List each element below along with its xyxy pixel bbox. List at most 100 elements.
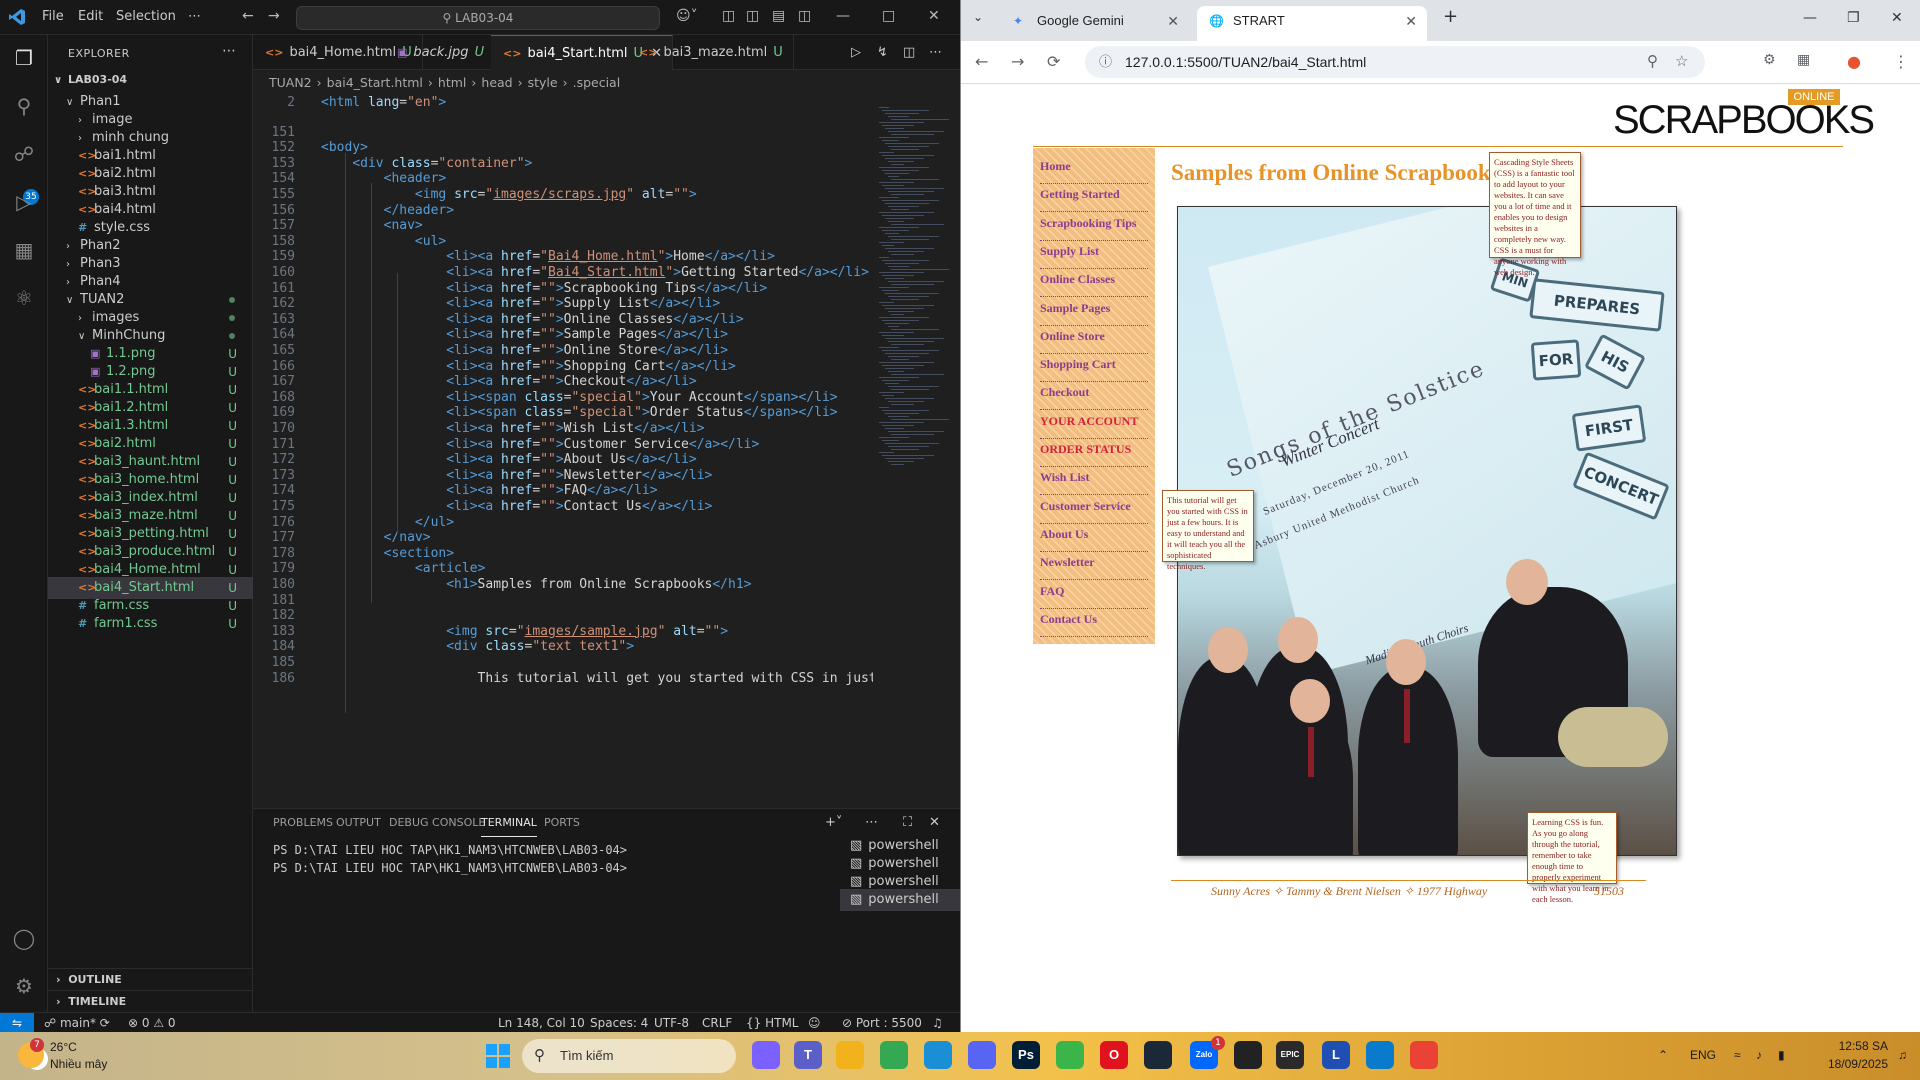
- copilot-status-icon[interactable]: ☺: [808, 1013, 821, 1033]
- close-icon[interactable]: ✕: [928, 8, 940, 24]
- minimize-icon[interactable]: —: [836, 8, 850, 24]
- nav-link[interactable]: About Us: [1040, 524, 1148, 552]
- input-language[interactable]: ENG: [1690, 1048, 1716, 1062]
- new-tab-icon[interactable]: +: [1443, 6, 1458, 27]
- panel-tab[interactable]: PROBLEMS: [273, 809, 333, 837]
- zoom-icon[interactable]: ⚲: [1647, 46, 1658, 78]
- browser-close-icon[interactable]: ✕: [1891, 10, 1903, 26]
- timeline-section[interactable]: › TIMELINE: [48, 990, 253, 1012]
- chrome-2-icon[interactable]: [1410, 1041, 1438, 1069]
- live-server-port[interactable]: ⊘ Port : 5500: [842, 1013, 922, 1033]
- bookmark-star-icon[interactable]: ☆: [1675, 46, 1688, 78]
- forward-icon[interactable]: →: [1011, 52, 1024, 71]
- editor-tab[interactable]: <> bai3_maze.html U: [627, 35, 794, 70]
- explorer-icon[interactable]: ❐: [11, 45, 37, 71]
- toggle-panel-icon[interactable]: ▤: [772, 8, 785, 24]
- nav-link[interactable]: Contact Us: [1040, 609, 1148, 637]
- nav-link[interactable]: Online Classes: [1040, 269, 1148, 298]
- split-editor-icon[interactable]: ◫: [903, 45, 915, 60]
- search-icon[interactable]: ⚲: [11, 93, 37, 119]
- app-l-icon[interactable]: L: [1322, 1041, 1350, 1069]
- tab-close-icon[interactable]: ✕: [1167, 6, 1179, 36]
- wifi-icon[interactable]: ≈: [1734, 1048, 1741, 1062]
- breadcrumb-item[interactable]: bai4_Start.html: [327, 75, 423, 90]
- nav-link[interactable]: Getting Started: [1040, 184, 1148, 213]
- notification-bell-icon[interactable]: ♫: [1898, 1048, 1907, 1062]
- problems-status[interactable]: ⊗ 0 ⚠ 0: [128, 1013, 176, 1033]
- panel-more-icon[interactable]: ⋯: [865, 815, 878, 830]
- clock-date[interactable]: 18/09/2025: [1818, 1057, 1888, 1071]
- account-icon[interactable]: ◯: [11, 925, 37, 951]
- extensions-icon[interactable]: ▦: [11, 237, 37, 263]
- clock-time[interactable]: 12:58 SA: [1828, 1039, 1888, 1053]
- maximize-panel-icon[interactable]: ⛶: [903, 815, 912, 830]
- nav-link[interactable]: Scrapbooking Tips: [1040, 213, 1148, 241]
- breadcrumb-item[interactable]: head: [481, 75, 512, 90]
- explorer-more-icon[interactable]: ⋯: [222, 43, 236, 59]
- panel-tab[interactable]: PORTS: [544, 809, 580, 837]
- breadcrumb-item[interactable]: style: [528, 75, 558, 90]
- extension-icon[interactable]: ⚙: [1763, 52, 1776, 68]
- nav-link[interactable]: Shopping Cart: [1040, 354, 1148, 383]
- run-icon[interactable]: ▷: [851, 45, 861, 60]
- terminal-instance[interactable]: ▧ powershell: [840, 889, 960, 911]
- forward-arrow-icon[interactable]: →: [268, 8, 280, 24]
- indentation[interactable]: Spaces: 4: [590, 1013, 648, 1033]
- branch-icon[interactable]: ☍ main* ⟳: [44, 1013, 110, 1033]
- live-share-icon[interactable]: ↯: [877, 45, 888, 60]
- back-arrow-icon[interactable]: ←: [242, 8, 254, 24]
- teams-icon[interactable]: T: [794, 1041, 822, 1069]
- breadcrumb-item[interactable]: TUAN2: [269, 75, 312, 90]
- opera-icon[interactable]: O: [1100, 1041, 1128, 1069]
- browser-menu-icon[interactable]: ⋮: [1893, 52, 1909, 71]
- extensions-puzzle-icon[interactable]: ▦: [1797, 52, 1810, 68]
- workspace-root[interactable]: ∨ LAB03-04: [48, 69, 253, 91]
- encoding[interactable]: UTF-8: [654, 1013, 689, 1033]
- close-panel-icon[interactable]: ✕: [929, 815, 940, 830]
- steam-icon[interactable]: [1144, 1041, 1172, 1069]
- site-info-icon[interactable]: ⓘ: [1099, 46, 1112, 78]
- line-ending[interactable]: CRLF: [702, 1013, 732, 1033]
- nav-link[interactable]: Home: [1040, 156, 1148, 184]
- toggle-sidebar-icon[interactable]: ◫: [746, 8, 759, 24]
- edge-icon[interactable]: [924, 1041, 952, 1069]
- copilot-icon[interactable]: [752, 1041, 780, 1069]
- app-green-icon[interactable]: [1056, 1041, 1084, 1069]
- language-mode[interactable]: {} HTML: [746, 1013, 799, 1033]
- back-icon[interactable]: ←: [975, 52, 988, 71]
- breadcrumb-item[interactable]: .special: [573, 75, 621, 90]
- battery-icon[interactable]: ▮: [1778, 1048, 1785, 1062]
- nav-link[interactable]: Customer Service: [1040, 496, 1148, 524]
- epic-games-icon[interactable]: EPIC: [1276, 1041, 1304, 1069]
- vscode-icon[interactable]: [1366, 1041, 1394, 1069]
- remote-indicator-icon[interactable]: ⇋: [0, 1013, 34, 1033]
- tab-strart[interactable]: 🌐 STRART ✕: [1197, 6, 1427, 41]
- windows-start-icon[interactable]: [486, 1044, 510, 1068]
- discord-icon[interactable]: [968, 1041, 996, 1069]
- game-red-icon[interactable]: [1234, 1041, 1262, 1069]
- browser-maximize-icon[interactable]: ❐: [1847, 10, 1860, 26]
- toggle-secondary-sidebar-icon[interactable]: ◫: [798, 8, 811, 24]
- new-terminal-icon[interactable]: +˅: [825, 815, 842, 830]
- copilot-icon[interactable]: ☺˅: [676, 8, 698, 24]
- panel-tab[interactable]: DEBUG CONSOLE: [389, 809, 485, 837]
- layout-icon[interactable]: ◫: [722, 8, 735, 24]
- menu-selection[interactable]: Selection: [116, 9, 176, 24]
- file-explorer-icon[interactable]: [836, 1041, 864, 1069]
- volume-icon[interactable]: ♪: [1756, 1048, 1762, 1062]
- tab-close-icon[interactable]: ✕: [1405, 6, 1417, 36]
- minimap[interactable]: [873, 93, 960, 808]
- taskbar-search[interactable]: ⚲ Tìm kiếm: [522, 1039, 736, 1073]
- nav-link[interactable]: Sample Pages: [1040, 298, 1148, 326]
- nav-link[interactable]: FAQ: [1040, 581, 1148, 609]
- outline-section[interactable]: › OUTLINE: [48, 968, 253, 990]
- code-editor[interactable]: 2 <html lang="en"> 151 152 <body> 153 <div cl…: [253, 93, 873, 808]
- browser-minimize-icon[interactable]: —: [1803, 10, 1817, 26]
- tree-item[interactable]: # farm1.css U: [48, 613, 253, 635]
- menu-more[interactable]: ⋯: [188, 9, 201, 24]
- tab-search-icon[interactable]: ⌄: [973, 10, 983, 24]
- nav-link[interactable]: Wish List: [1040, 467, 1148, 496]
- profile-avatar-icon[interactable]: ●: [1847, 52, 1861, 71]
- editor-more-icon[interactable]: ⋯: [929, 45, 942, 60]
- breadcrumb[interactable]: TUAN2 › bai4_Start.html › html › head › style › .s…: [269, 73, 620, 93]
